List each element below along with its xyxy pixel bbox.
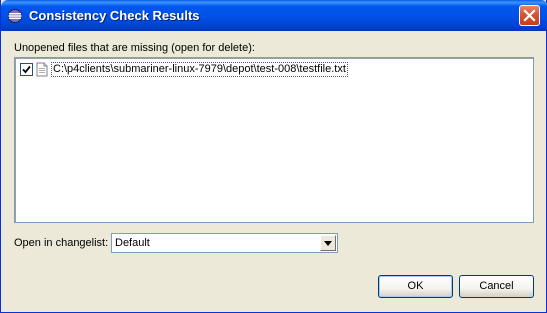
changelist-select[interactable]: Default bbox=[111, 233, 338, 253]
missing-files-label: Unopened files that are missing (open fo… bbox=[14, 42, 255, 54]
cancel-button[interactable]: Cancel bbox=[459, 275, 534, 298]
changelist-label: Open in changelist: bbox=[14, 237, 109, 249]
chevron-down-icon bbox=[324, 241, 332, 246]
consistency-check-dialog: Consistency Check Results Unopened files… bbox=[0, 0, 547, 313]
file-path: C:\p4clients\submariner-linux-7979\depot… bbox=[51, 62, 348, 77]
ok-button[interactable]: OK bbox=[378, 275, 453, 298]
missing-files-list[interactable]: C:\p4clients\submariner-linux-7979\depot… bbox=[14, 57, 534, 223]
title-bar[interactable]: Consistency Check Results bbox=[1, 0, 547, 31]
close-icon bbox=[523, 9, 536, 22]
file-icon bbox=[36, 62, 48, 77]
dropdown-button[interactable] bbox=[320, 235, 336, 251]
file-checkbox[interactable] bbox=[20, 63, 33, 76]
dialog-title: Consistency Check Results bbox=[29, 8, 200, 23]
changelist-selected-value: Default bbox=[115, 237, 150, 249]
checkmark-icon bbox=[22, 65, 31, 74]
eclipse-icon bbox=[7, 8, 23, 24]
close-button[interactable] bbox=[519, 5, 540, 26]
